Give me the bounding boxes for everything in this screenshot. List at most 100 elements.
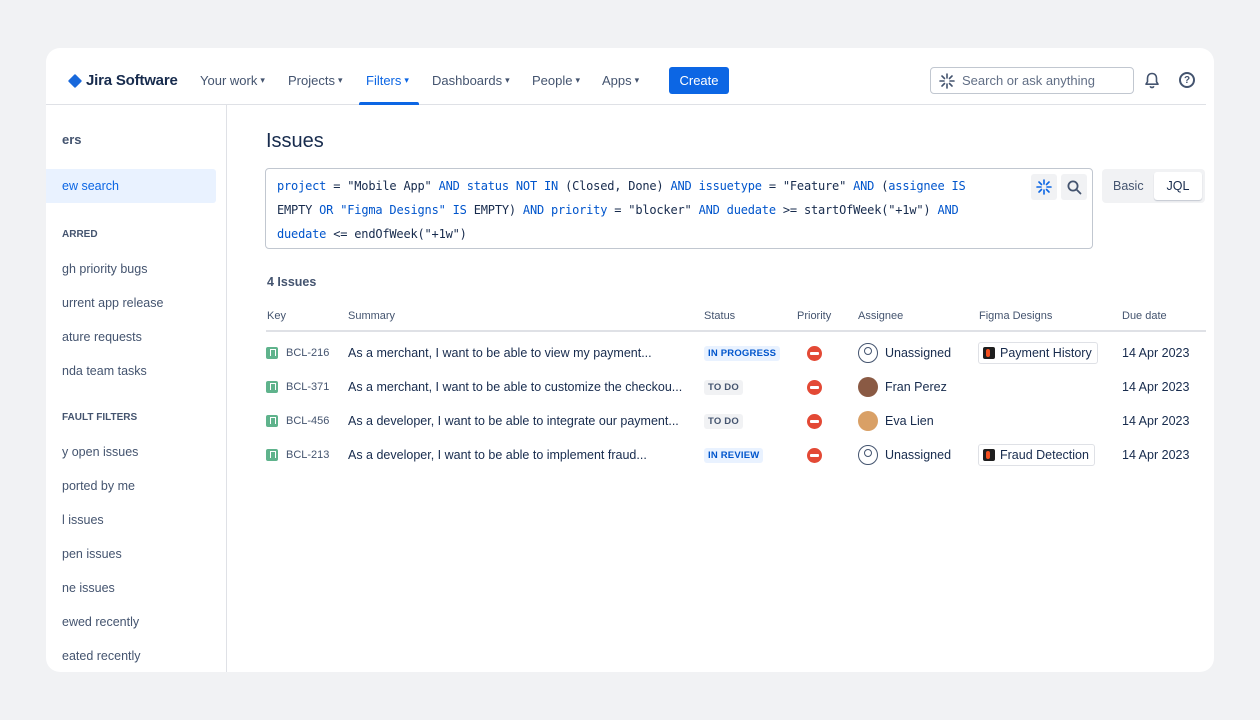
nav-label: Apps <box>602 73 632 88</box>
column-header-status[interactable]: Status <box>704 310 735 322</box>
column-header-priority[interactable]: Priority <box>797 310 831 322</box>
nav-people[interactable]: People ▾ <box>532 73 580 88</box>
assignee-cell[interactable]: Eva Lien <box>858 404 934 438</box>
avatar <box>858 377 878 397</box>
nav-your-work[interactable]: Your work ▾ <box>200 73 265 88</box>
jql-text <box>509 179 516 193</box>
jql-text <box>692 179 699 193</box>
filters-sidebar: ers ew search ARRED gh priority bugs urr… <box>46 105 227 672</box>
nav-label: People <box>532 73 573 88</box>
column-header-figma-designs[interactable]: Figma Designs <box>979 310 1052 322</box>
figma-cell[interactable]: Fraud Detection <box>978 438 1095 472</box>
sidebar-item-default[interactable]: pen issues <box>62 547 122 561</box>
blocker-priority-icon <box>807 345 822 361</box>
table-row[interactable]: BCL-456 As a developer, I want to be able… <box>266 404 1206 438</box>
basic-toggle-button[interactable]: Basic <box>1113 179 1144 193</box>
status-cell[interactable]: IN REVIEW <box>704 438 764 472</box>
jql-toggle-button[interactable]: JQL <box>1154 172 1202 200</box>
story-icon <box>266 381 278 393</box>
chevron-down-icon: ▾ <box>634 75 640 85</box>
search-icon <box>1067 180 1081 194</box>
table-row[interactable]: BCL-216 As a merchant, I want to be able … <box>266 336 1206 370</box>
chevron-down-icon: ▾ <box>404 75 409 85</box>
nav-apps[interactable]: Apps ▾ <box>602 73 639 88</box>
issue-summary[interactable]: As a developer, I want to be able to imp… <box>348 438 647 472</box>
figma-design-link[interactable]: Payment History <box>978 342 1098 364</box>
app-logo[interactable]: Jira Software <box>67 72 178 89</box>
nav-projects[interactable]: Projects ▾ <box>288 73 343 88</box>
assignee-name: Unassigned <box>885 346 952 360</box>
issue-summary[interactable]: As a merchant, I want to be able to cust… <box>348 370 682 404</box>
jql-keyword: AND <box>937 203 959 217</box>
jql-keyword: AND <box>853 179 875 193</box>
page-title: Issues <box>266 130 324 152</box>
jql-field: "Figma Designs" <box>340 203 446 217</box>
nav-label: Projects <box>288 73 335 88</box>
column-header-assignee[interactable]: Assignee <box>858 310 903 322</box>
priority-cell <box>807 336 822 370</box>
issue-summary[interactable]: As a merchant, I want to be able to view… <box>348 336 652 370</box>
search-input[interactable] <box>962 73 1122 88</box>
assignee-cell[interactable]: Fran Perez <box>858 370 947 404</box>
issue-key-cell[interactable]: BCL-371 <box>266 370 329 404</box>
assignee-cell[interactable]: Unassigned <box>858 336 951 370</box>
issue-key[interactable]: BCL-456 <box>286 415 329 427</box>
sidebar-item-starred[interactable]: gh priority bugs <box>62 262 147 276</box>
table-row[interactable]: BCL-371 As a merchant, I want to be able … <box>266 370 1206 404</box>
avatar <box>858 343 878 363</box>
jql-keyword: AND <box>698 203 720 217</box>
assignee-cell[interactable]: Unassigned <box>858 438 951 472</box>
sidebar-item-starred[interactable]: ature requests <box>62 330 142 344</box>
jql-text: (Closed, Done) <box>558 179 671 193</box>
sidebar-item-default[interactable]: ewed recently <box>62 615 139 629</box>
sidebar-item-new-search[interactable]: ew search <box>46 169 216 203</box>
figma-icon <box>983 449 995 461</box>
search-button[interactable] <box>1061 174 1087 200</box>
status-cell[interactable]: TO DO <box>704 370 743 404</box>
sidebar-item-default[interactable]: ported by me <box>62 479 135 493</box>
jql-editor[interactable]: project = "Mobile App" AND status NOT IN… <box>265 168 1093 249</box>
status-cell[interactable]: IN PROGRESS <box>704 336 781 370</box>
ai-assist-button[interactable] <box>1031 174 1057 200</box>
sidebar-item-default[interactable]: y open issues <box>62 445 138 459</box>
notifications-bell-icon[interactable] <box>1144 72 1160 89</box>
blocker-priority-icon <box>807 413 822 429</box>
figma-cell[interactable]: Payment History <box>978 336 1098 370</box>
figma-design-link[interactable]: Fraud Detection <box>978 444 1095 466</box>
issues-main: Issues project = "Mobile App" AND status… <box>228 105 1214 672</box>
jql-text <box>460 179 467 193</box>
column-header-key[interactable]: Key <box>267 310 286 322</box>
sidebar-item-starred[interactable]: nda team tasks <box>62 364 147 378</box>
jql-field: duedate <box>726 203 776 217</box>
table-row[interactable]: BCL-213 As a developer, I want to be able… <box>266 438 1206 472</box>
column-header-due-date[interactable]: Due date <box>1122 310 1167 322</box>
issue-summary[interactable]: As a developer, I want to be able to int… <box>348 404 679 438</box>
due-date: 14 Apr 2023 <box>1122 448 1190 462</box>
chevron-down-icon: ▾ <box>337 75 343 85</box>
sidebar-item-default[interactable]: l issues <box>62 513 104 527</box>
chevron-down-icon: ▾ <box>575 75 581 85</box>
issue-key-cell[interactable]: BCL-216 <box>266 336 329 370</box>
issue-key[interactable]: BCL-371 <box>286 381 329 393</box>
issue-key-cell[interactable]: BCL-456 <box>266 404 329 438</box>
top-navigation: Jira Software Your work ▾ Projects ▾ Filte… <box>46 48 1206 105</box>
sidebar-item-starred[interactable]: urrent app release <box>62 296 163 310</box>
nav-filters[interactable]: Filters ▾ <box>366 73 409 88</box>
help-icon[interactable]: ? <box>1179 72 1195 88</box>
sidebar-item-default[interactable]: ne issues <box>62 581 115 595</box>
issue-key[interactable]: BCL-213 <box>286 449 329 461</box>
issue-key[interactable]: BCL-216 <box>286 347 329 359</box>
figma-design-name: Payment History <box>1000 346 1092 360</box>
nav-dashboards[interactable]: Dashboards ▾ <box>432 73 510 88</box>
create-button[interactable]: Create <box>669 67 729 94</box>
jql-text <box>944 179 951 193</box>
starred-heading: ARRED <box>62 229 98 240</box>
status-cell[interactable]: TO DO <box>704 404 743 438</box>
global-search[interactable] <box>930 67 1134 94</box>
priority-cell <box>807 370 822 404</box>
figma-icon <box>983 347 995 359</box>
issue-key-cell[interactable]: BCL-213 <box>266 438 329 472</box>
column-header-summary[interactable]: Summary <box>348 310 395 322</box>
jql-text: EMPTY <box>277 203 313 217</box>
sidebar-item-default[interactable]: eated recently <box>62 649 141 663</box>
